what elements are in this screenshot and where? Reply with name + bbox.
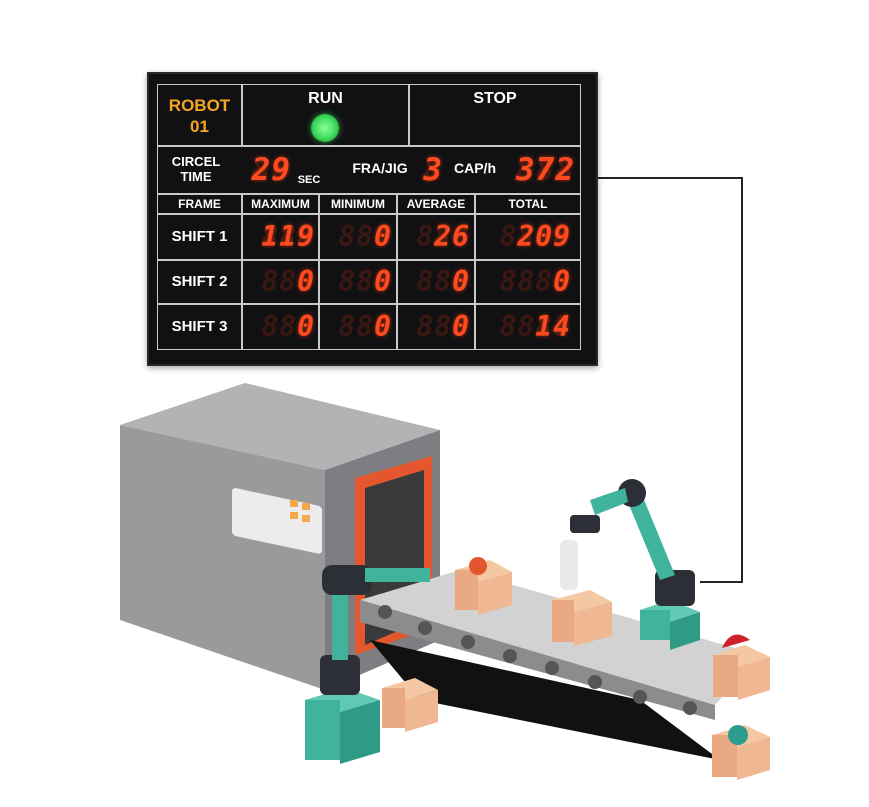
shift-2-average: 0: [452, 265, 470, 298]
fra-jig-value: 3: [423, 152, 443, 188]
cycle-label-1: CIRCEL: [171, 154, 221, 169]
cap-value: 372: [516, 152, 575, 188]
shift-2-maximum: 0: [297, 265, 315, 298]
shift-2-label: SHIFT 2: [171, 273, 228, 290]
robot-label: ROBOT: [168, 96, 231, 115]
col-average: AVERAGE: [406, 197, 466, 211]
col-maximum: MAXIMUM: [251, 197, 310, 211]
shift-3-total: 14: [535, 310, 571, 343]
shift-3-maximum: 0: [297, 310, 315, 343]
machine-box: [120, 383, 440, 690]
shift-1-minimum: 0: [374, 220, 392, 253]
shift-1-average: 26: [434, 220, 470, 253]
fra-jig-label: FRA/JIG: [352, 160, 408, 176]
cap-label: CAP/h: [454, 160, 496, 176]
shift-3-average: 0: [452, 310, 470, 343]
cable-line: [598, 177, 743, 583]
col-total: TOTAL: [508, 197, 548, 211]
stop-label: STOP: [473, 90, 517, 107]
shift-2-minimum: 0: [374, 265, 392, 298]
col-minimum: MINIMUM: [331, 197, 385, 211]
shift-1-label: SHIFT 1: [171, 228, 228, 245]
shift-1-total: 209: [517, 220, 571, 253]
cycle-unit: SEC: [297, 174, 321, 186]
run-label: RUN: [308, 90, 343, 107]
cycle-time-value: 29: [251, 152, 291, 188]
production-display-board: ROBOT 01 RUN STOP CIRCEL TIME 88 29 SEC …: [147, 72, 598, 366]
robot-cell: [157, 84, 242, 146]
shift-3-label: SHIFT 3: [171, 318, 228, 335]
shift-1-maximum: 119: [261, 220, 315, 253]
shift-3-minimum: 0: [374, 310, 392, 343]
shift-2-total: 0: [553, 265, 571, 298]
robot-number: 01: [190, 117, 209, 136]
cycle-label-2: TIME: [180, 169, 212, 184]
run-led-icon: [311, 114, 339, 142]
col-frame: FRAME: [178, 197, 221, 211]
